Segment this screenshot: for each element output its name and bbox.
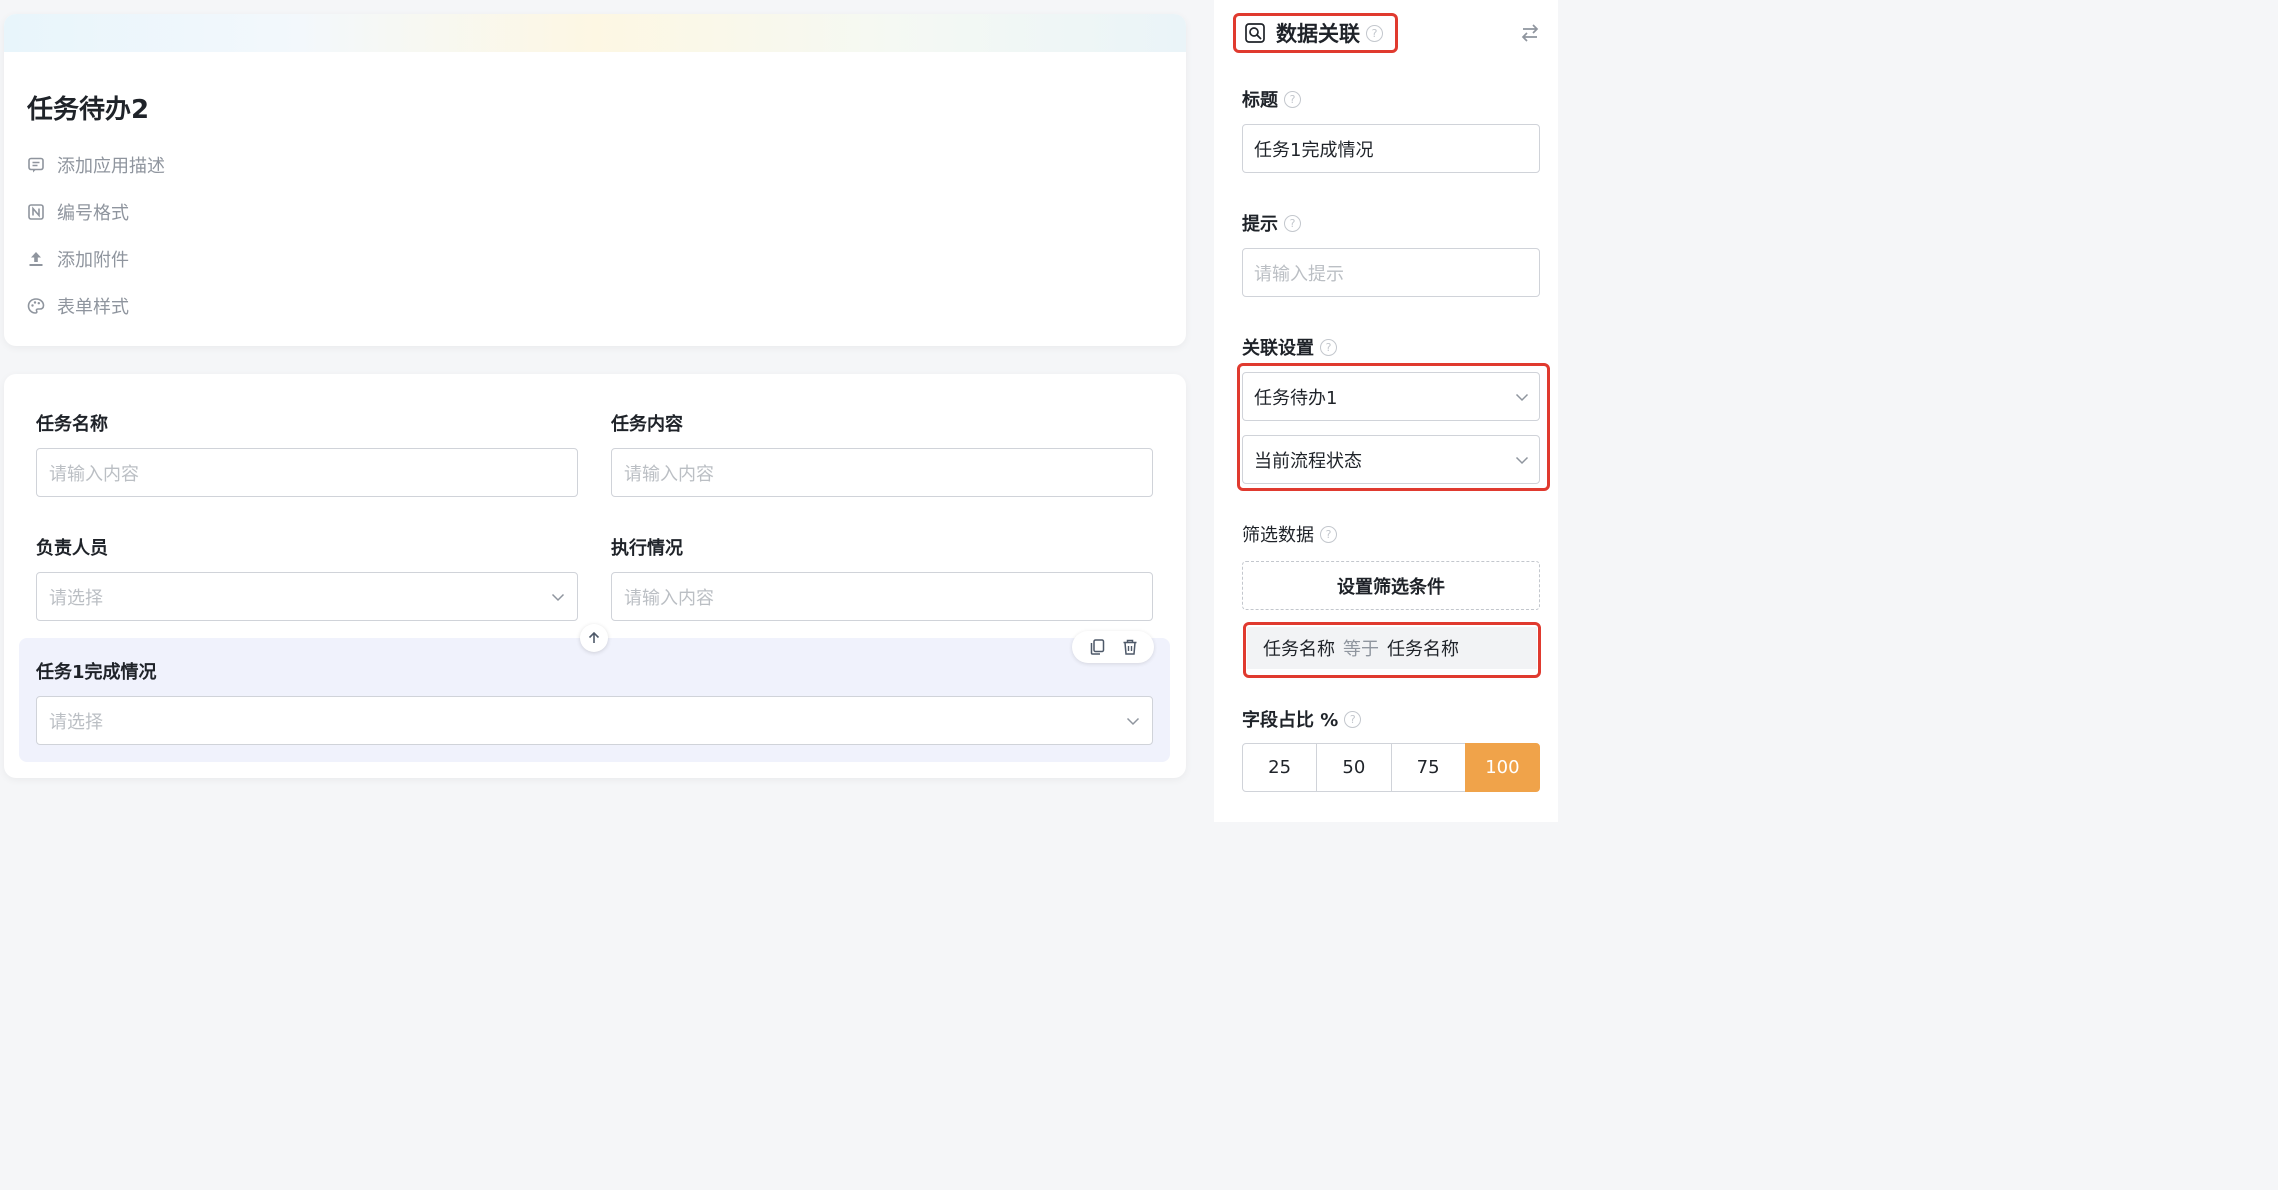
meta-label: 添加附件 <box>57 250 129 271</box>
header-banner <box>4 14 1186 52</box>
upload-icon <box>27 250 45 268</box>
link-settings-label: 关联设置 ? <box>1242 334 1337 360</box>
hint-label: 提示 ? <box>1242 210 1301 236</box>
width-ratio-label: 字段占比 % ? <box>1242 706 1362 732</box>
placeholder: 请选择 <box>49 711 103 733</box>
filter-label-text: 筛选数据 <box>1242 525 1314 546</box>
help-icon[interactable]: ? <box>1284 90 1301 108</box>
panel-title: 数据关联 <box>1276 22 1360 46</box>
help-icon[interactable]: ? <box>1320 338 1337 356</box>
app-title[interactable]: 任务待办2 <box>27 89 149 126</box>
number-format-icon <box>27 203 45 221</box>
help-icon[interactable]: ? <box>1344 710 1362 728</box>
width-ratio-label-text: 字段占比 % <box>1242 710 1339 731</box>
copy-button[interactable] <box>1087 637 1107 657</box>
filter-condition[interactable]: 任务名称 等于 任务名称 <box>1247 627 1537 669</box>
assignee-select[interactable]: 请选择 <box>36 572 578 621</box>
placeholder: 请输入内容 <box>49 463 139 485</box>
hint-placeholder: 请输入提示 <box>1254 263 1344 285</box>
width-ratio-group: 25 50 75 100 <box>1242 743 1540 792</box>
placeholder: 请输入内容 <box>624 587 714 609</box>
delete-button[interactable] <box>1120 637 1140 657</box>
copy-icon <box>1090 639 1104 655</box>
number-format-link[interactable]: 编号格式 <box>27 199 129 225</box>
panel-header: 数据关联 ? <box>1233 13 1398 53</box>
swap-icon[interactable] <box>1518 22 1542 44</box>
meta-label: 编号格式 <box>57 203 129 224</box>
linked-form-select[interactable]: 任务待办1 <box>1242 372 1540 421</box>
chevron-down-icon <box>1515 393 1529 401</box>
ratio-option-25[interactable]: 25 <box>1242 743 1318 792</box>
linked-field-select[interactable]: 当前流程状态 <box>1242 435 1540 484</box>
palette-icon <box>27 297 45 315</box>
help-icon[interactable]: ? <box>1366 24 1383 42</box>
field-label-execution: 执行情况 <box>611 538 683 559</box>
field-toolbar <box>1072 631 1154 663</box>
placeholder: 请选择 <box>49 587 103 609</box>
trash-icon <box>1123 639 1136 655</box>
title-label-text: 标题 <box>1242 90 1278 111</box>
task-content-input[interactable]: 请输入内容 <box>611 448 1153 497</box>
field-label-task1-status: 任务1完成情况 <box>36 662 157 683</box>
help-icon[interactable]: ? <box>1284 214 1301 232</box>
field-label-assignee: 负责人员 <box>36 538 108 559</box>
data-link-icon <box>1245 23 1265 43</box>
arrow-up-icon <box>588 631 600 643</box>
filter-label: 筛选数据 ? <box>1242 521 1337 547</box>
execution-input[interactable]: 请输入内容 <box>611 572 1153 621</box>
chevron-down-icon <box>1126 717 1140 725</box>
condition-field: 任务名称 <box>1263 639 1335 660</box>
meta-label: 表单样式 <box>57 297 129 318</box>
title-value: 任务1完成情况 <box>1254 139 1374 161</box>
title-label: 标题 ? <box>1242 86 1301 112</box>
chevron-down-icon <box>551 593 565 601</box>
app-header-card <box>4 14 1186 346</box>
task1-status-select[interactable]: 请选择 <box>36 696 1153 745</box>
chevron-down-icon <box>1515 456 1529 464</box>
linked-field-value: 当前流程状态 <box>1254 450 1362 472</box>
hint-label-text: 提示 <box>1242 214 1278 235</box>
condition-value: 任务名称 <box>1387 639 1459 660</box>
condition-operator: 等于 <box>1343 639 1379 660</box>
placeholder: 请输入内容 <box>624 463 714 485</box>
ratio-option-75[interactable]: 75 <box>1390 743 1466 792</box>
hint-input[interactable]: 请输入提示 <box>1242 248 1540 297</box>
form-style-link[interactable]: 表单样式 <box>27 293 129 319</box>
ratio-option-50[interactable]: 50 <box>1316 743 1392 792</box>
set-filter-button[interactable]: 设置筛选条件 <box>1242 561 1540 610</box>
linked-form-value: 任务待办1 <box>1254 387 1338 409</box>
move-up-button[interactable] <box>580 624 608 652</box>
link-settings-label-text: 关联设置 <box>1242 338 1314 359</box>
add-attachment-link[interactable]: 添加附件 <box>27 246 129 272</box>
comment-icon <box>27 156 45 174</box>
help-icon[interactable]: ? <box>1320 525 1337 543</box>
meta-label: 添加应用描述 <box>57 156 165 177</box>
title-input[interactable]: 任务1完成情况 <box>1242 124 1540 173</box>
field-label-task-name: 任务名称 <box>36 414 108 435</box>
ratio-option-100[interactable]: 100 <box>1464 743 1540 792</box>
field-label-task-content: 任务内容 <box>611 414 683 435</box>
task-name-input[interactable]: 请输入内容 <box>36 448 578 497</box>
add-description-link[interactable]: 添加应用描述 <box>27 152 165 178</box>
